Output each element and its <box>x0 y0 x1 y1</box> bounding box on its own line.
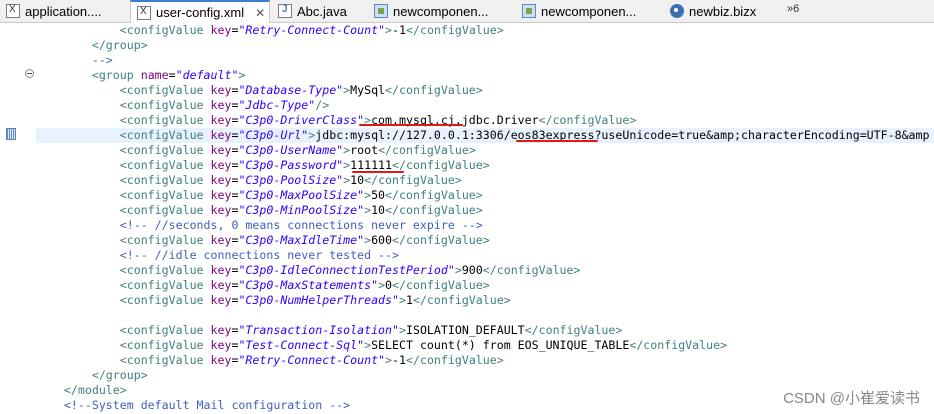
annotation-underline <box>359 124 463 126</box>
tab-newbiz[interactable]: newbiz.bizx <box>664 0 782 22</box>
component-icon <box>374 4 388 18</box>
code-line[interactable]: --> <box>36 53 934 68</box>
code-line[interactable]: </group> <box>36 368 934 383</box>
code-line[interactable]: <configValue key="C3p0-IdleConnectionTes… <box>36 263 934 278</box>
code-line[interactable]: <configValue key="C3p0-MinPoolSize">10</… <box>36 203 934 218</box>
code-line[interactable]: <configValue key="C3p0-MaxStatements">0<… <box>36 278 934 293</box>
biz-file-icon <box>670 4 684 18</box>
code-line[interactable]: <configValue key="C3p0-MaxPoolSize">50</… <box>36 188 934 203</box>
tab-overflow-button[interactable]: »6 <box>787 3 799 15</box>
code-line[interactable]: <configValue key="Retry-Connect-Count">-… <box>36 23 934 38</box>
code-editor[interactable]: <configValue key="Retry-Connect-Count">-… <box>36 23 934 414</box>
change-marker-icon <box>6 128 16 140</box>
editor-gutter <box>0 23 22 414</box>
code-line[interactable]: <configValue key="C3p0-Url">jdbc:mysql:/… <box>36 128 934 143</box>
editor-tab-bar: application.... user-config.xml ✕ Abc.ja… <box>0 0 934 23</box>
code-line[interactable]: <configValue key="Retry-Connect-Count">-… <box>36 353 934 368</box>
tab-label: Abc.java <box>297 3 347 19</box>
tab-label: application.... <box>25 3 102 19</box>
code-line[interactable]: <configValue key="C3p0-MaxIdleTime">600<… <box>36 233 934 248</box>
tab-newcomponent-1[interactable]: newcomponen... <box>368 0 516 22</box>
code-line[interactable]: <configValue key="C3p0-DriverClass">com.… <box>36 113 934 128</box>
code-line[interactable]: <configValue key="C3p0-UserName">root</c… <box>36 143 934 158</box>
tab-user-config[interactable]: user-config.xml ✕ <box>130 0 270 23</box>
fold-toggle-icon[interactable] <box>25 69 34 78</box>
watermark: CSDN @小崔爱读书 <box>783 390 920 407</box>
code-line[interactable]: <!-- //idle connections never tested --> <box>36 248 934 263</box>
component-icon <box>522 4 536 18</box>
tab-label: newcomponen... <box>541 3 637 19</box>
code-line[interactable]: <configValue key="C3p0-NumHelperThreads"… <box>36 293 934 308</box>
code-line[interactable]: <configValue key="C3p0-PoolSize">10</con… <box>36 173 934 188</box>
java-file-icon <box>278 4 292 18</box>
tab-label: newbiz.bizx <box>689 3 757 19</box>
annotation-underline <box>516 140 598 142</box>
code-line[interactable]: <!-- //seconds, 0 means connections neve… <box>36 218 934 233</box>
code-line[interactable]: <configValue key="Jdbc-Type"/> <box>36 98 934 113</box>
code-line[interactable] <box>36 308 934 323</box>
tab-application[interactable]: application.... <box>0 0 128 22</box>
tab-label: newcomponen... <box>393 3 489 19</box>
code-line[interactable]: <configValue key="Transaction-Isolation"… <box>36 323 934 338</box>
tab-newcomponent-2[interactable]: newcomponen... <box>516 0 664 22</box>
code-line[interactable]: <configValue key="Database-Type">MySql</… <box>36 83 934 98</box>
annotation-underline <box>352 171 404 173</box>
xml-file-icon <box>137 5 151 20</box>
code-line[interactable]: <group name="default"> <box>36 68 934 83</box>
code-line[interactable]: </group> <box>36 38 934 53</box>
code-line[interactable]: <configValue key="C3p0-Password">111111<… <box>36 158 934 173</box>
close-icon[interactable]: ✕ <box>255 6 265 20</box>
tab-label: user-config.xml <box>156 5 245 20</box>
xml-file-icon <box>6 4 20 18</box>
code-line[interactable]: <configValue key="Test-Connect-Sql">SELE… <box>36 338 934 353</box>
tab-abc-java[interactable]: Abc.java <box>272 0 368 22</box>
